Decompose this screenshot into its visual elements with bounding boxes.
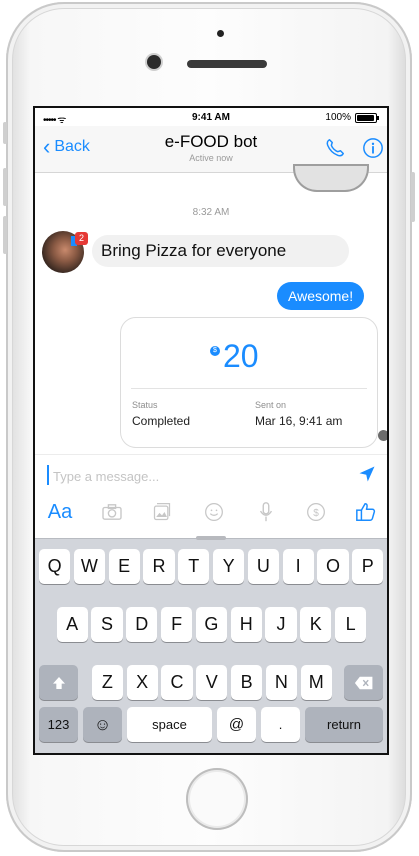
seen-indicator-avatar — [378, 430, 387, 441]
keyboard-grabber[interactable] — [196, 536, 226, 540]
status-value: Completed — [132, 414, 191, 428]
volume-up-button — [3, 168, 7, 206]
payment-card[interactable]: $ 20 Status Completed Sent on Mar 16, 9:… — [120, 317, 378, 448]
sent-on-label: Sent on — [255, 400, 287, 410]
key-d[interactable]: D — [126, 607, 158, 642]
camera-button[interactable] — [99, 499, 125, 525]
key-x[interactable]: X — [126, 665, 158, 700]
key-e[interactable]: E — [108, 549, 140, 584]
volume-down-button — [3, 216, 7, 254]
like-button[interactable] — [353, 499, 379, 525]
earpiece-speaker — [187, 60, 267, 68]
key-l[interactable]: L — [335, 607, 367, 642]
shift-key[interactable] — [39, 665, 78, 700]
thumbs-up-icon — [356, 503, 376, 521]
emoji-button[interactable] — [201, 499, 227, 525]
emoji-key[interactable]: ☺ — [83, 707, 122, 742]
status-bar: ••••• ᯤ 9:41 AM 100% — [35, 108, 387, 128]
text-cursor — [47, 465, 49, 485]
unread-badge: 2 — [75, 232, 88, 245]
power-button — [411, 172, 415, 222]
key-i[interactable]: I — [282, 549, 314, 584]
keyboard: 123 ☺ space @ . return QWERTYUIOP ASDFGHJ… — [35, 536, 387, 753]
svg-text:$: $ — [313, 508, 319, 519]
composer: Aa — [35, 454, 387, 539]
front-camera — [147, 55, 161, 69]
key-w[interactable]: W — [73, 549, 105, 584]
key-o[interactable]: O — [317, 549, 349, 584]
smiley-icon — [205, 503, 223, 521]
payment-amount: 20 — [223, 338, 259, 374]
at-key[interactable]: @ — [217, 707, 256, 742]
backspace-key[interactable] — [344, 665, 383, 700]
camera-icon — [102, 504, 122, 520]
battery-icon — [355, 113, 379, 123]
gallery-button[interactable] — [149, 499, 175, 525]
divider — [131, 388, 367, 389]
key-h[interactable]: H — [230, 607, 262, 642]
outgoing-message[interactable]: Awesome! — [277, 282, 365, 310]
status-label: Status — [132, 400, 158, 410]
key-u[interactable]: U — [247, 549, 279, 584]
key-b[interactable]: B — [231, 665, 263, 700]
gallery-icon — [153, 503, 171, 521]
space-key[interactable]: space — [127, 707, 212, 742]
composer-toolbar: Aa $ — [35, 499, 387, 527]
key-a[interactable]: A — [56, 607, 88, 642]
key-q[interactable]: Q — [39, 549, 71, 584]
message-input[interactable] — [51, 464, 355, 488]
proximity-sensor — [217, 30, 224, 37]
key-c[interactable]: C — [161, 665, 193, 700]
key-t[interactable]: T — [178, 549, 210, 584]
key-k[interactable]: K — [300, 607, 332, 642]
shift-icon — [52, 676, 65, 689]
phone-call-icon[interactable] — [324, 137, 346, 159]
return-key[interactable]: return — [305, 707, 383, 742]
key-r[interactable]: R — [143, 549, 175, 584]
key-j[interactable]: J — [265, 607, 297, 642]
incoming-message[interactable]: Bring Pizza for everyone — [92, 235, 349, 267]
sticker-image — [293, 164, 369, 192]
mute-switch — [3, 122, 7, 144]
screen: ••••• ᯤ 9:41 AM 100% ‹ Back e-FOOD bot A… — [35, 108, 387, 753]
microphone-icon — [259, 502, 273, 522]
text-format-button[interactable]: Aa — [47, 499, 73, 525]
key-z[interactable]: Z — [91, 665, 123, 700]
send-icon[interactable] — [358, 465, 376, 483]
key-y[interactable]: Y — [213, 549, 245, 584]
battery-percent: 100% — [325, 112, 351, 123]
key-g[interactable]: G — [195, 607, 227, 642]
info-icon[interactable] — [362, 137, 384, 159]
backspace-icon — [354, 676, 372, 689]
key-n[interactable]: N — [265, 665, 297, 700]
message-timestamp: 8:32 AM — [192, 207, 230, 218]
home-button[interactable] — [186, 768, 248, 830]
sent-on-value: Mar 16, 9:41 am — [255, 414, 343, 428]
dollar-icon: $ — [210, 346, 220, 356]
key-m[interactable]: M — [300, 665, 332, 700]
dollar-circle-icon: $ — [307, 503, 325, 521]
payment-button[interactable]: $ — [303, 499, 329, 525]
period-key[interactable]: . — [261, 707, 300, 742]
voice-button[interactable] — [253, 499, 279, 525]
key-v[interactable]: V — [196, 665, 228, 700]
key-p[interactable]: P — [352, 549, 384, 584]
numbers-key[interactable]: 123 — [39, 707, 78, 742]
key-s[interactable]: S — [91, 607, 123, 642]
key-f[interactable]: F — [161, 607, 193, 642]
message-thread[interactable]: 8:32 AM 2 Bring Pizza for everyone Aweso… — [35, 164, 387, 454]
